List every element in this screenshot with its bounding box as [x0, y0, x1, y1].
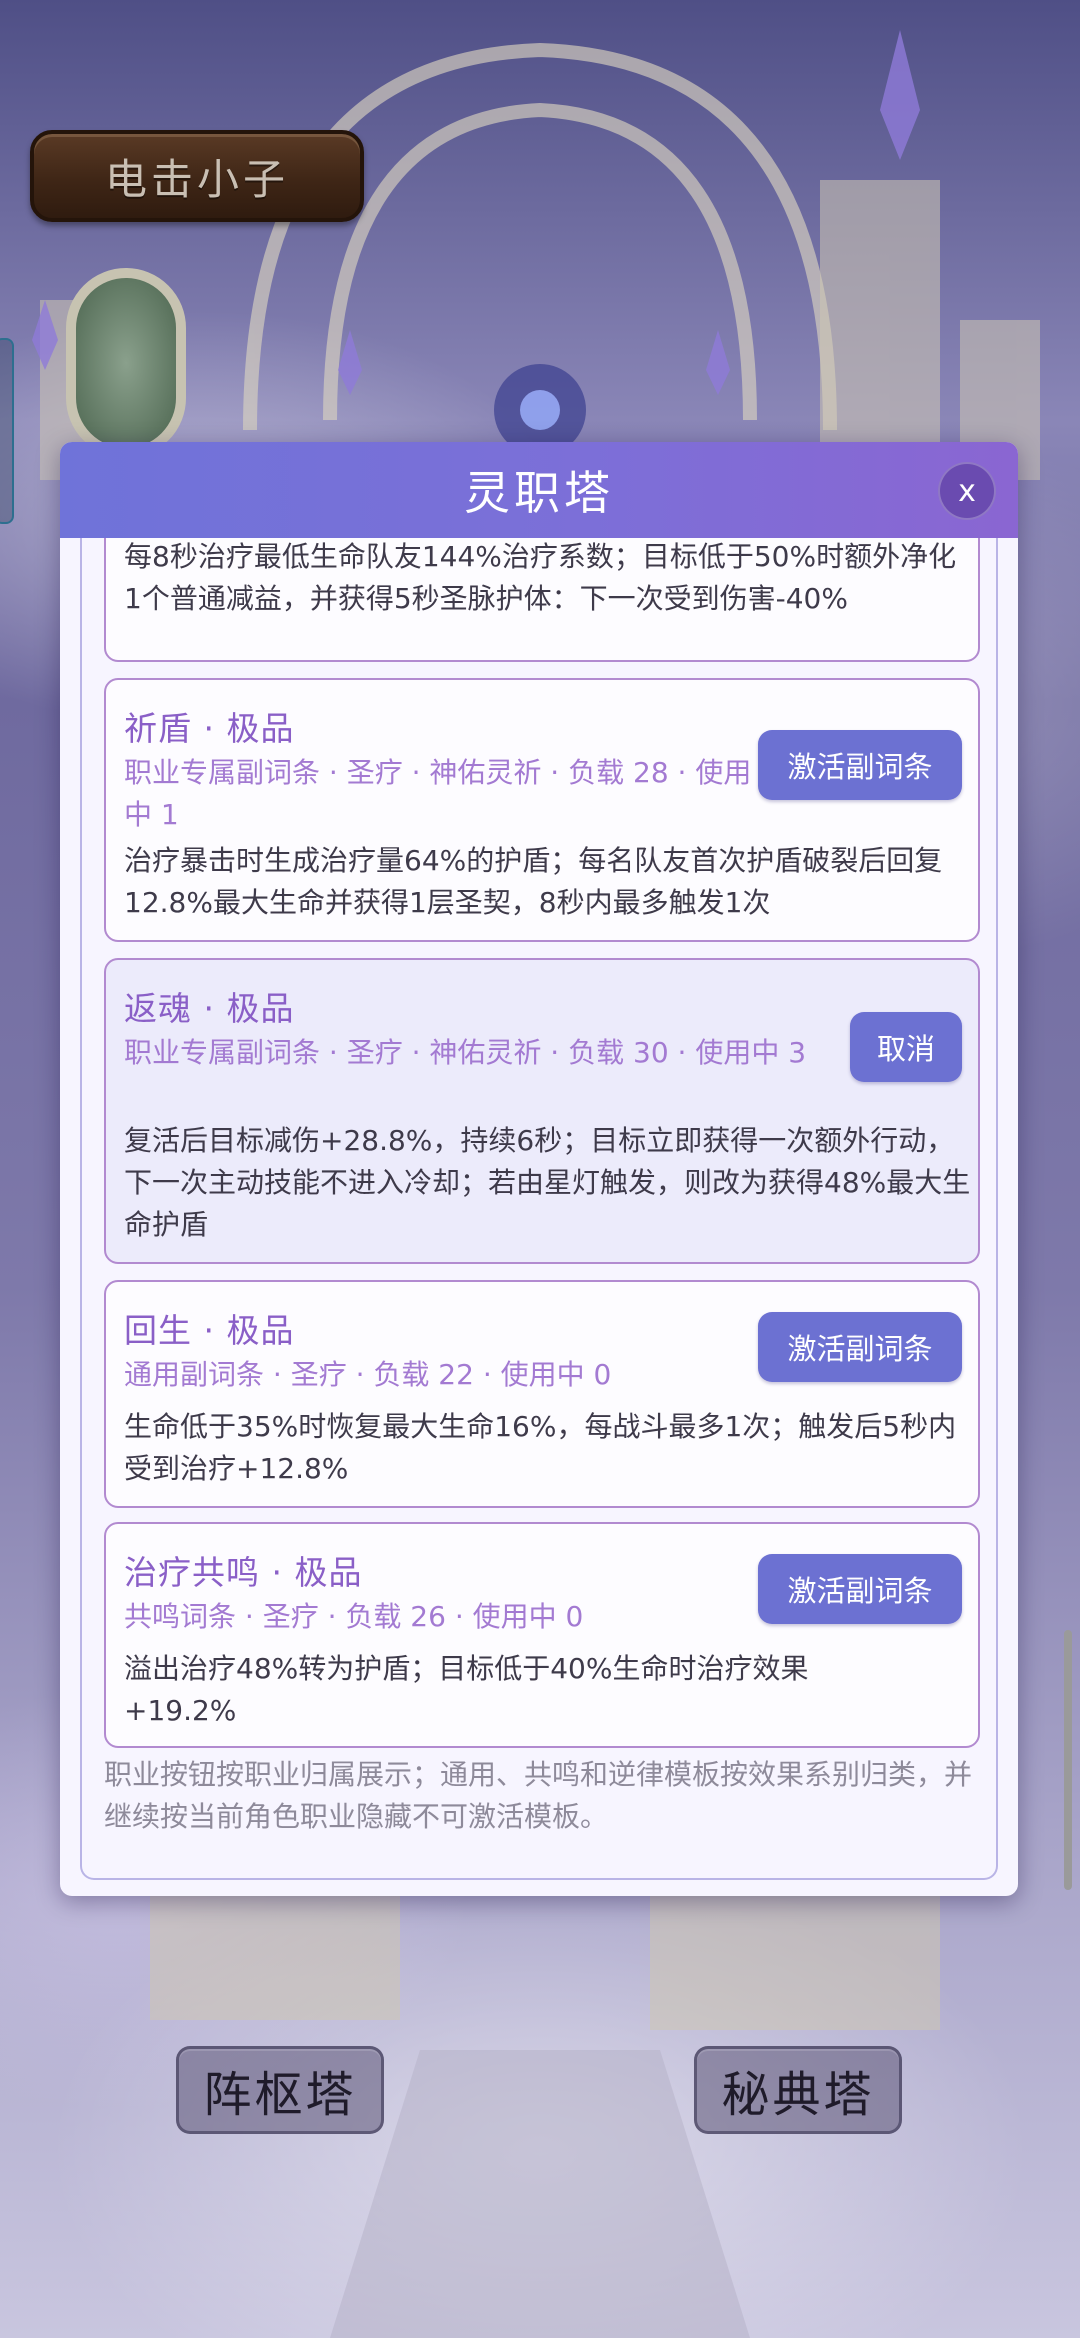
- affix-card-desc: 复活后目标减伤+28.8%，持续6秒；目标立即获得一次额外行动，下一次主动技能不…: [124, 1124, 971, 1241]
- affix-card-title: 治疗共鸣 · 极品: [124, 1553, 363, 1592]
- affix-card-title: 回生 · 极品: [124, 1311, 295, 1350]
- footnote-text: 职业按钮按职业归属展示；通用、共鸣和逆律模板按效果系别归类，并继续按当前角色职业…: [104, 1758, 973, 1833]
- player-name-plate: 电击小子: [30, 130, 364, 222]
- affix-card-active: 返魂 · 极品 职业专属副词条 · 圣疗 · 神佑灵祈 · 负载 30 · 使用…: [104, 958, 980, 1264]
- side-drawer-handle[interactable]: [0, 338, 14, 524]
- activate-affix-button[interactable]: 激活副词条: [758, 730, 962, 800]
- formation-tower-button[interactable]: 阵枢塔: [176, 2046, 384, 2134]
- dialog-title: 灵职塔: [464, 466, 614, 520]
- portal-mirror-decoration: [66, 268, 186, 458]
- affix-card: 回生 · 极品 通用副词条 · 圣疗 · 负载 22 · 使用中 0 生命低于3…: [104, 1280, 980, 1508]
- affix-card-meta: 通用副词条 · 圣疗 · 负载 22 · 使用中 0: [124, 1358, 612, 1391]
- cancel-affix-button[interactable]: 取消: [850, 1012, 962, 1082]
- affix-card-desc: 每8秒治疗最低生命队友144%治疗系数；目标低于50%时额外净化1个普通减益，并…: [124, 540, 957, 615]
- affix-card-meta: 职业专属副词条 · 圣疗 · 神佑灵祈 · 负载 28 · 使用中 1: [124, 756, 752, 831]
- affix-card-title: 返魂 · 极品: [124, 989, 295, 1028]
- scrollbar-thumb[interactable]: [1064, 1630, 1072, 1890]
- affix-card-desc: 生命低于35%时恢复最大生命16%，每战斗最多1次；触发后5秒内受到治疗+12.…: [124, 1410, 957, 1485]
- activate-affix-button[interactable]: 激活副词条: [758, 1554, 962, 1624]
- affix-list-scroll[interactable]: 每8秒治疗最低生命队友144%治疗系数；目标低于50%时额外净化1个普通减益，并…: [80, 538, 998, 1880]
- affix-card: 治疗共鸣 · 极品 共鸣词条 · 圣疗 · 负载 26 · 使用中 0 溢出治疗…: [104, 1522, 980, 1748]
- affix-card-desc: 治疗暴击时生成治疗量64%的护盾；每名队友首次护盾破裂后回复12.8%最大生命并…: [124, 844, 943, 919]
- affix-card-meta: 共鸣词条 · 圣疗 · 负载 26 · 使用中 0: [124, 1600, 584, 1633]
- affix-card-partial: 每8秒治疗最低生命队友144%治疗系数；目标低于50%时额外净化1个普通减益，并…: [104, 538, 980, 662]
- affix-card: 祈盾 · 极品 职业专属副词条 · 圣疗 · 神佑灵祈 · 负载 28 · 使用…: [104, 678, 980, 942]
- dialog-header: 灵职塔 x: [60, 442, 1018, 538]
- affix-card-meta: 职业专属副词条 · 圣疗 · 神佑灵祈 · 负载 30 · 使用中 3: [124, 1036, 807, 1069]
- close-button[interactable]: x: [938, 462, 996, 520]
- spirit-job-tower-dialog: 灵职塔 x 每8秒治疗最低生命队友144%治疗系数；目标低于50%时额外净化1个…: [60, 442, 1018, 1896]
- affix-card-desc: 溢出治疗48%转为护盾；目标低于40%生命时治疗效果+19.2%: [124, 1652, 809, 1727]
- affix-card-title: 祈盾 · 极品: [124, 709, 295, 748]
- activate-affix-button[interactable]: 激活副词条: [758, 1312, 962, 1382]
- player-name: 电击小子: [104, 154, 289, 204]
- codex-tower-button[interactable]: 秘典塔: [694, 2046, 902, 2134]
